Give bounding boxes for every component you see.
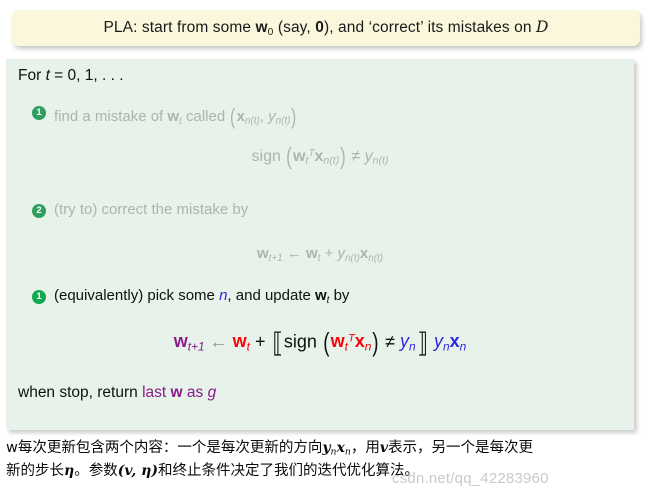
slide-title-banner: PLA: start from some w0 (say, 0), and ‘c… [12,10,640,46]
title-zero-vector: 0 [315,19,324,37]
for-range: = 0, 1, . . . [49,67,124,84]
for-loop-header: For t = 0, 1, . . . [18,67,124,85]
step1-y-symbol: y [268,107,276,125]
caption-line-2: 新的步长η。参数(v, η)和终止条件决定了我们的迭代优化算法。 [6,463,420,480]
formula-update-rule-indicator: wt+1 ← wt + ⟦sign (wtTxn) ≠ yn⟧ ynxn [173,327,467,358]
chinese-caption: w每次更新包含两个内容：一个是每次更新的方向ynxn，用v表示，另一个是每次更 … [6,437,646,484]
title-middle: (say, [273,19,316,37]
algorithm-step-1: 1 find a mistake of wt called (xn(t), yn… [32,103,298,130]
title-prefix: PLA: start from some [103,19,256,37]
when-stop-prefix: when stop, return [18,384,143,401]
title-dataset-symbol: D [535,18,549,37]
formula3-w-next: wt+1 [173,331,205,354]
when-stop-as: as [182,384,208,401]
csdn-watermark: csdn.net/qq_42283960 [392,470,549,487]
step-badge-2-icon: 2 [32,204,46,218]
title-w0-symbol: w0 [255,19,274,38]
algorithm-step-2: 2 (try to) correct the mistake by [32,201,248,220]
when-stop-last: last [142,384,171,401]
when-stop-g-symbol: g [207,384,217,401]
caption-ynxn-math: ynxn [322,440,351,458]
step-3-text: (equivalently) pick some n, and update w… [54,287,350,306]
step-badge-3-icon: 1 [32,290,46,304]
step-1-text: find a mistake of wt called (xn(t), yn(t… [54,104,297,129]
step3-w-symbol: wt [315,287,330,306]
when-stop-w-symbol: w [170,384,183,401]
page-title: PLA: start from some w0 (say, 0), and ‘c… [103,18,548,38]
formula-mistake-condition: sign (wtTxn(t)) ≠ yn(t) [251,143,389,169]
formula3-x-inner: xn [354,331,372,354]
step1-w-symbol: wt [167,107,182,127]
formula3-direction-term: ynxn [433,331,467,354]
formula3-w-inner: wtT [330,331,355,354]
formula-update-rule-indexed: wt+1 ← wt + yn(t)xn(t) [256,245,384,264]
caption-params-math: (v, η) [117,463,159,480]
caption-eta-math: η [64,463,75,480]
caption-line-1: w每次更新包含两个内容：一个是每次更新的方向ynxn，用v表示，另一个是每次更 [6,440,534,458]
when-stop-line: when stop, return last w as g [18,384,216,402]
formula3-y-n: yn [399,331,416,354]
algorithm-content-block: For t = 0, 1, . . . 1 find a mistake of … [6,59,634,430]
title-after: ), and ‘correct’ its mistakes on [323,19,536,37]
for-keyword: For [18,67,46,84]
step-badge-1-icon: 1 [32,106,46,120]
step1-x-symbol: x [236,107,245,125]
algorithm-step-3: 1 (equivalently) pick some n, and update… [32,287,349,307]
caption-v-math: v [379,440,389,456]
step-2-text: (try to) correct the mistake by [54,201,249,218]
formula3-w-current: wt [232,331,250,354]
